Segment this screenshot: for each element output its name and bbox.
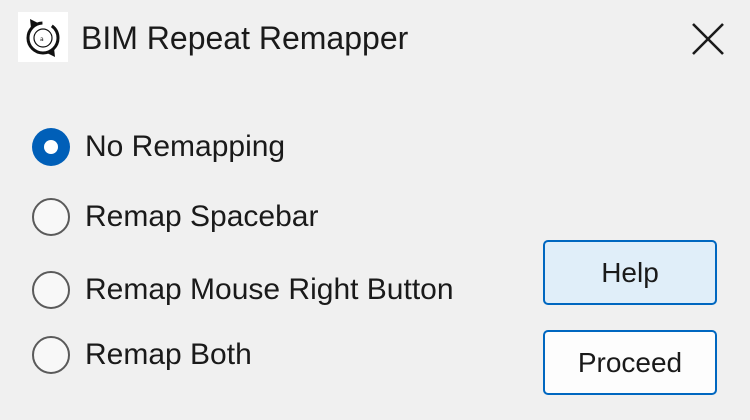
- radio-label: Remap Both: [85, 338, 252, 371]
- radio-indicator[interactable]: [32, 271, 70, 309]
- window-title: BIM Repeat Remapper: [81, 20, 409, 56]
- close-button[interactable]: [665, 0, 750, 78]
- radio-indicator[interactable]: [32, 336, 70, 374]
- remapper-dialog: a BIM Repeat Remapper No Remapping Remap…: [0, 0, 750, 420]
- bim-repeat-logo-icon: a: [18, 12, 68, 62]
- radio-remap-spacebar[interactable]: Remap Spacebar: [32, 195, 318, 239]
- svg-text:a: a: [40, 36, 44, 43]
- radio-label: Remap Spacebar: [85, 200, 319, 233]
- radio-selected-indicator[interactable]: [32, 128, 70, 166]
- radio-no-remapping[interactable]: No Remapping: [32, 125, 285, 169]
- radio-remap-both[interactable]: Remap Both: [32, 333, 252, 377]
- proceed-button[interactable]: Proceed: [543, 330, 717, 395]
- radio-label: No Remapping: [85, 130, 286, 163]
- radio-label: Remap Mouse Right Button: [85, 273, 454, 306]
- radio-remap-mouse-right-button[interactable]: Remap Mouse Right Button: [32, 268, 454, 312]
- close-icon: [691, 23, 724, 55]
- radio-indicator[interactable]: [32, 198, 70, 236]
- title-bar[interactable]: a BIM Repeat Remapper: [0, 0, 750, 80]
- help-button[interactable]: Help: [543, 240, 717, 305]
